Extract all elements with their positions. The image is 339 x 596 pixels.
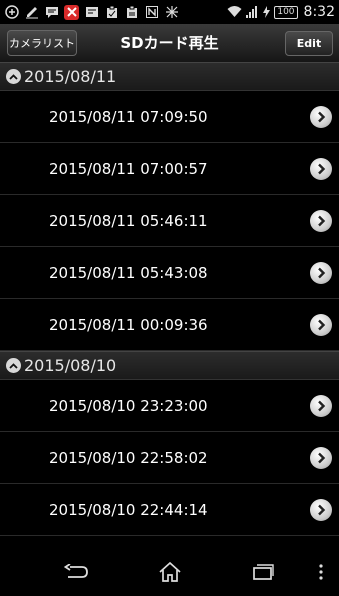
- list-item[interactable]: 2015/08/10 22:58:02: [0, 432, 339, 484]
- list-item-partial[interactable]: [0, 536, 339, 548]
- notification-icons: [4, 4, 227, 20]
- list-item[interactable]: 2015/08/11 07:09:50: [0, 91, 339, 143]
- chevron-right-icon[interactable]: [310, 209, 332, 232]
- chat-icon: [44, 5, 59, 20]
- chevron-right-icon[interactable]: [310, 157, 332, 180]
- recording-list: 2015/08/11 2015/08/11 07:09:50 2015/08/1…: [0, 62, 339, 548]
- chevron-right-icon[interactable]: [310, 105, 332, 128]
- system-navigation-bar: [0, 548, 339, 596]
- recording-timestamp: 2015/08/11 05:46:11: [49, 211, 208, 230]
- charging-icon: [263, 3, 271, 22]
- notification-icon: [84, 5, 99, 20]
- recording-timestamp: 2015/08/11 00:09:36: [49, 315, 208, 334]
- recording-timestamp: 2015/08/10 22:44:14: [49, 500, 208, 519]
- section-date-label: 2015/08/10: [24, 356, 117, 375]
- section-date-label: 2015/08/11: [24, 67, 117, 86]
- chevron-right-icon[interactable]: [310, 313, 332, 336]
- chevron-up-icon[interactable]: [6, 69, 21, 84]
- nfc-icon: [144, 5, 159, 20]
- clipboard2-icon: [124, 5, 139, 20]
- camera-list-back-button[interactable]: カメラリスト: [7, 30, 77, 56]
- list-item[interactable]: 2015/08/11 07:00:57: [0, 143, 339, 195]
- menu-icon[interactable]: [296, 548, 339, 596]
- chevron-right-icon[interactable]: [310, 261, 332, 284]
- missed-call-icon: [64, 4, 79, 20]
- pen-icon: [24, 5, 39, 20]
- signal-icon: [246, 3, 259, 22]
- chevron-right-icon[interactable]: [310, 498, 332, 521]
- recording-timestamp: 2015/08/11 07:00:57: [49, 159, 208, 178]
- usb-debug-icon: [4, 5, 19, 20]
- recording-timestamp: 2015/08/10 22:58:02: [49, 448, 208, 467]
- back-icon[interactable]: [52, 548, 102, 596]
- status-bar: 100 8:32: [0, 0, 339, 24]
- home-icon[interactable]: [145, 548, 195, 596]
- list-item[interactable]: 2015/08/10 22:44:14: [0, 484, 339, 536]
- wifi-icon: [227, 3, 242, 22]
- list-item[interactable]: 2015/08/11 00:09:36: [0, 299, 339, 351]
- chevron-up-icon[interactable]: [6, 358, 21, 373]
- chevron-right-icon[interactable]: [310, 446, 332, 469]
- recording-timestamp: 2015/08/11 05:43:08: [49, 263, 208, 282]
- status-right: 100 8:32: [227, 3, 335, 22]
- vibrate-off-icon: [164, 5, 179, 20]
- navigation-bar: カメラリスト SDカード再生 Edit: [0, 24, 339, 63]
- recording-timestamp: 2015/08/11 07:09:50: [49, 107, 208, 126]
- recent-apps-icon[interactable]: [238, 548, 288, 596]
- battery-indicator: 100: [274, 5, 298, 19]
- list-item[interactable]: 2015/08/11 05:43:08: [0, 247, 339, 299]
- section-header-2015-08-10[interactable]: 2015/08/10: [0, 351, 339, 380]
- recording-timestamp: 2015/08/10 23:23:00: [49, 396, 208, 415]
- edit-button[interactable]: Edit: [285, 31, 333, 56]
- clipboard-icon: [104, 5, 119, 20]
- list-item[interactable]: 2015/08/11 05:46:11: [0, 195, 339, 247]
- chevron-right-icon[interactable]: [310, 394, 332, 417]
- clock: 8:32: [303, 4, 335, 20]
- section-header-2015-08-11[interactable]: 2015/08/11: [0, 62, 339, 91]
- list-item[interactable]: 2015/08/10 23:23:00: [0, 380, 339, 432]
